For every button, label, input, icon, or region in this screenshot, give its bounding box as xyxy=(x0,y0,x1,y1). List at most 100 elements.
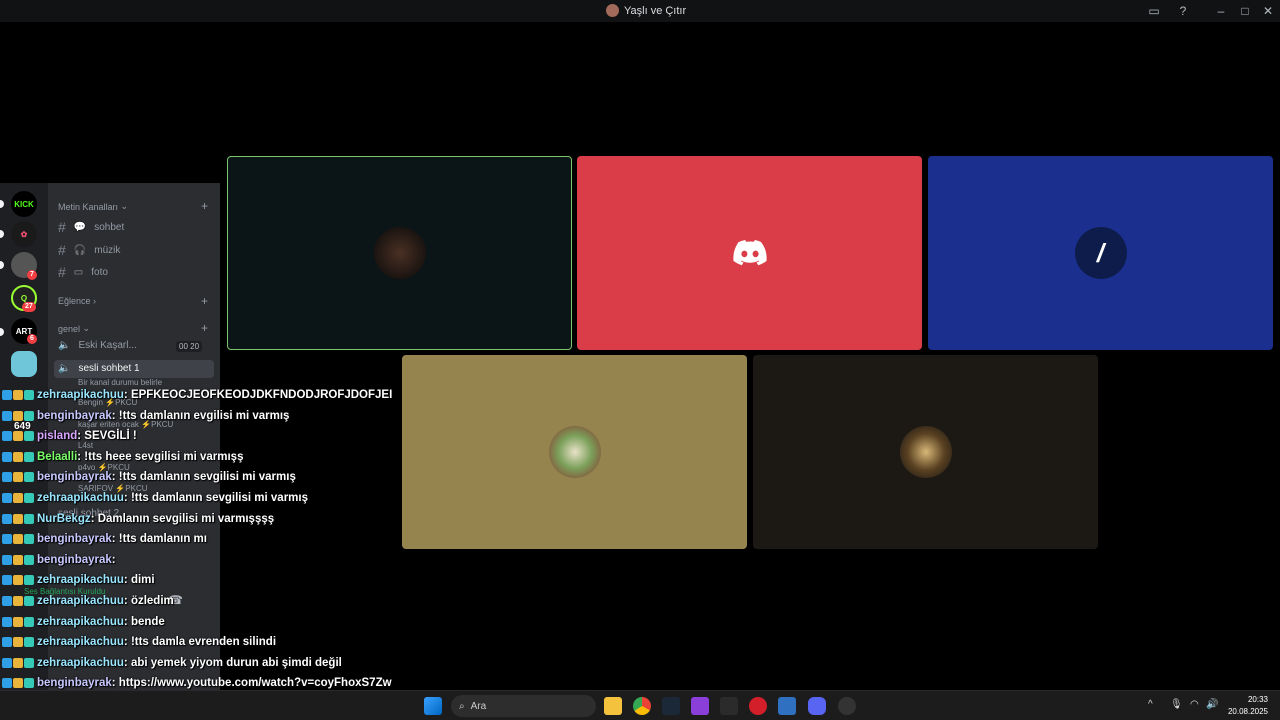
hash-icon: # xyxy=(58,219,66,235)
chat-username[interactable]: benginbayrak xyxy=(37,471,112,483)
server-avatar-3[interactable] xyxy=(11,351,37,377)
chat-text: : bende xyxy=(123,615,165,628)
user-tile-4[interactable] xyxy=(402,355,747,549)
chat-badge-icon xyxy=(24,575,34,586)
channel-sohbet[interactable]: # 💬 sohbet xyxy=(58,219,124,235)
channel-label: foto xyxy=(91,266,108,278)
chat-badge-icon xyxy=(24,554,34,565)
mention-badge: 6 xyxy=(27,334,37,344)
chat-message: zehraapikachuu : !tts damlanın sevgilisi… xyxy=(2,489,308,507)
file-explorer-icon[interactable] xyxy=(604,697,622,715)
chat-message: zehraapikachuu : özledim xyxy=(2,592,174,610)
category-label: genel xyxy=(58,323,81,334)
chat-username[interactable]: zehraapikachuu xyxy=(37,492,124,504)
clock[interactable]: 20:33 20.08.2025 xyxy=(1228,694,1268,718)
help-icon[interactable]: ? xyxy=(1175,3,1191,19)
wifi-icon[interactable]: ◠ xyxy=(1190,699,1199,710)
chat-text: : !tts damlanın sevgilisi mi varmış xyxy=(111,471,296,484)
channel-foto[interactable]: # ▭ foto xyxy=(58,264,108,280)
chat-message: zehraapikachuu : dimi xyxy=(2,571,155,589)
category-genel[interactable]: genel ⌄ xyxy=(58,323,90,334)
chat-badge-icon xyxy=(2,493,12,503)
chat-badge-icon xyxy=(2,554,12,565)
chat-username[interactable]: zehraapikachuu xyxy=(37,636,124,648)
chat-badge-icon xyxy=(2,534,12,545)
chat-badge-icon xyxy=(24,451,34,462)
search-icon: ⌕ xyxy=(459,700,465,712)
chat-message: benginbayrak : !tts damlanın mı xyxy=(2,530,207,548)
user-tile-1[interactable] xyxy=(227,156,572,350)
chat-username[interactable]: Belaalli xyxy=(37,451,77,463)
app-icon-3[interactable] xyxy=(838,697,856,715)
chat-badge-icon xyxy=(24,678,34,689)
voice-channel-sesli-1[interactable]: 🔈 sesli sohbet 1 xyxy=(58,363,140,374)
voice-channel-eski[interactable]: 🔈 Eski Kaşarl... xyxy=(58,340,137,351)
maximize-button[interactable]: □ xyxy=(1237,3,1253,19)
inbox-icon[interactable]: ▭ xyxy=(1146,3,1162,19)
microphone-icon[interactable]: 🎙 xyxy=(1170,699,1183,710)
start-icon[interactable] xyxy=(424,697,442,715)
chat-message: Belaalli : !tts heee sevgilisi mi varmış… xyxy=(2,448,243,466)
chat-bubble-icon: 💬 xyxy=(73,221,87,233)
server-rose[interactable]: ✿ xyxy=(11,221,37,247)
chat-username[interactable]: zehraapikachuu xyxy=(37,389,124,401)
tray-chevron-icon[interactable]: ^ xyxy=(1148,699,1153,710)
chat-username[interactable]: benginbayrak xyxy=(37,677,112,689)
mention-badge: 27 xyxy=(22,302,36,312)
unread-indicator xyxy=(0,200,4,208)
add-channel-icon[interactable]: + xyxy=(201,321,208,335)
app-icon-2[interactable] xyxy=(778,697,796,715)
user-tile-5[interactable] xyxy=(753,355,1098,549)
chat-username[interactable]: benginbayrak xyxy=(37,533,112,545)
category-eglence[interactable]: Eğlence › xyxy=(58,296,96,306)
speaker-icon: 🔈 xyxy=(58,340,71,351)
add-channel-icon[interactable]: + xyxy=(201,199,208,213)
category-text-channels[interactable]: Metin Kanalları ⌄ xyxy=(58,201,128,212)
chat-username[interactable]: zehraapikachuu xyxy=(37,616,124,628)
chat-text: : !tts damlanın evgilisi mi varmış xyxy=(111,409,290,422)
chat-text: : !tts damlanın mı xyxy=(111,533,207,546)
chrome-icon[interactable] xyxy=(633,697,651,715)
chat-username[interactable]: zehraapikachuu xyxy=(37,574,124,586)
discord-taskbar-icon[interactable] xyxy=(808,697,826,715)
clock-time: 20:33 xyxy=(1247,695,1268,704)
category-label: Eğlence xyxy=(58,296,91,306)
chat-badge-icon xyxy=(13,596,23,606)
add-channel-icon[interactable]: + xyxy=(201,294,208,308)
steam-icon[interactable] xyxy=(662,697,680,715)
chat-message: benginbayrak : xyxy=(2,551,116,569)
chat-username[interactable]: benginbayrak xyxy=(37,410,112,422)
search-box[interactable]: ⌕ Ara xyxy=(451,695,596,717)
opera-icon[interactable] xyxy=(749,697,767,715)
speaker-icon: 🔈 xyxy=(58,363,71,374)
chat-badge-icon xyxy=(13,616,23,627)
chat-username[interactable]: pisland xyxy=(37,430,77,442)
epic-games-icon[interactable] xyxy=(720,697,738,715)
photo-icon: ▭ xyxy=(73,266,84,278)
chat-badge-icon xyxy=(2,657,12,668)
chat-badge-icon xyxy=(2,472,12,483)
chat-message: zehraapikachuu : abi yemek yiyom durun a… xyxy=(2,654,342,672)
unread-indicator xyxy=(0,261,4,269)
chat-message: zehraapikachuu : !tts damla evrenden sil… xyxy=(2,633,276,651)
chat-badge-icon xyxy=(13,534,23,545)
chat-username[interactable]: benginbayrak xyxy=(37,554,112,566)
close-button[interactable]: ✕ xyxy=(1260,3,1276,19)
user-tile-2[interactable] xyxy=(577,156,922,350)
search-placeholder: Ara xyxy=(470,700,487,712)
chat-badge-icon xyxy=(2,678,12,689)
channel-label: sohbet xyxy=(94,221,125,233)
user-limit-badge: 00 20 xyxy=(176,341,203,352)
user-tile-3[interactable]: / xyxy=(928,156,1273,350)
chat-badge-icon xyxy=(24,513,34,524)
chat-badge-icon xyxy=(24,657,34,668)
server-kick[interactable]: KICK xyxy=(11,191,37,217)
chat-badge-icon xyxy=(2,410,12,421)
channel-muzik[interactable]: # 🎧 müzik xyxy=(58,242,120,258)
volume-icon[interactable]: 🔊 xyxy=(1206,699,1218,710)
chat-username[interactable]: zehraapikachuu xyxy=(37,657,124,669)
chat-username[interactable]: NurBekgz xyxy=(37,513,91,525)
chat-username[interactable]: zehraapikachuu xyxy=(37,595,124,607)
minimize-button[interactable]: – xyxy=(1213,3,1229,19)
app-icon[interactable] xyxy=(691,697,709,715)
